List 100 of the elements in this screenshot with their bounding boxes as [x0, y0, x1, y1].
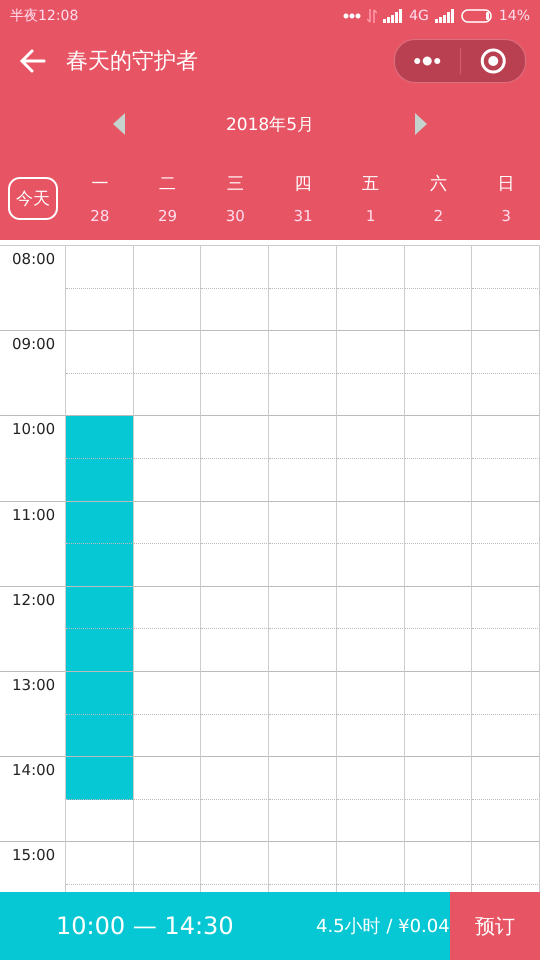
- time-slot[interactable]: [66, 629, 134, 672]
- time-slot[interactable]: [134, 331, 202, 374]
- time-slot[interactable]: [66, 800, 134, 842]
- time-slot[interactable]: [404, 416, 472, 459]
- time-slot[interactable]: [66, 714, 134, 758]
- time-slot[interactable]: [404, 246, 472, 289]
- time-slot[interactable]: [472, 416, 540, 459]
- time-slot[interactable]: [472, 458, 540, 502]
- time-slot[interactable]: [201, 757, 270, 800]
- time-slot[interactable]: [269, 714, 337, 758]
- time-slot[interactable]: [269, 586, 337, 630]
- time-slot[interactable]: [472, 331, 540, 374]
- time-slot[interactable]: [201, 714, 270, 758]
- time-slot[interactable]: [472, 288, 540, 332]
- time-slot[interactable]: [269, 288, 337, 332]
- time-slot[interactable]: [404, 458, 472, 502]
- time-slot[interactable]: [269, 629, 337, 672]
- time-slot[interactable]: [404, 586, 472, 630]
- time-slot[interactable]: [472, 544, 540, 587]
- time-slot[interactable]: [134, 502, 202, 544]
- time-slot[interactable]: [66, 672, 134, 715]
- time-slot[interactable]: [201, 800, 270, 842]
- time-slot[interactable]: [201, 331, 270, 374]
- time-slot[interactable]: [134, 586, 202, 630]
- time-slot[interactable]: [134, 288, 202, 332]
- time-slot[interactable]: [134, 800, 202, 842]
- time-slot[interactable]: [66, 757, 134, 800]
- time-slot[interactable]: [269, 672, 337, 715]
- time-slot[interactable]: [336, 416, 405, 459]
- time-slot[interactable]: [134, 374, 202, 416]
- time-slot[interactable]: [66, 586, 134, 630]
- time-slot[interactable]: [134, 458, 202, 502]
- time-slot[interactable]: [404, 544, 472, 587]
- next-month-icon[interactable]: [415, 113, 427, 135]
- time-slot[interactable]: [201, 458, 270, 502]
- time-slot[interactable]: [134, 544, 202, 587]
- time-slot[interactable]: [404, 502, 472, 544]
- time-slot[interactable]: [134, 629, 202, 672]
- time-slot[interactable]: [201, 374, 270, 416]
- time-slot[interactable]: [269, 416, 337, 459]
- time-slot[interactable]: [404, 842, 472, 885]
- time-slot[interactable]: [472, 246, 540, 289]
- time-slot[interactable]: [66, 842, 134, 885]
- today-button[interactable]: 今天: [8, 176, 58, 220]
- time-slot[interactable]: [336, 331, 405, 374]
- time-slot[interactable]: [472, 757, 540, 800]
- time-slot[interactable]: [472, 800, 540, 842]
- time-slot[interactable]: [201, 288, 270, 332]
- time-slot[interactable]: [66, 288, 134, 332]
- time-slot[interactable]: [269, 544, 337, 587]
- time-slot[interactable]: [472, 629, 540, 672]
- time-slot[interactable]: [336, 458, 405, 502]
- time-slot[interactable]: [269, 842, 337, 885]
- time-slot[interactable]: [201, 502, 270, 544]
- time-slot[interactable]: [269, 331, 337, 374]
- time-slot[interactable]: [134, 416, 202, 459]
- time-slot[interactable]: [336, 544, 405, 587]
- time-slot[interactable]: [404, 288, 472, 332]
- time-slot[interactable]: [269, 458, 337, 502]
- time-slot[interactable]: [336, 800, 405, 842]
- back-arrow-icon[interactable]: [20, 48, 46, 74]
- time-slot[interactable]: [336, 374, 405, 416]
- time-slot[interactable]: [336, 672, 405, 715]
- time-slot[interactable]: [472, 374, 540, 416]
- time-slot[interactable]: [66, 502, 134, 544]
- time-slot[interactable]: [269, 757, 337, 800]
- time-slot[interactable]: [336, 842, 405, 885]
- time-slot[interactable]: [66, 331, 134, 374]
- time-slot[interactable]: [472, 672, 540, 715]
- time-slot[interactable]: [472, 502, 540, 544]
- time-slot[interactable]: [404, 629, 472, 672]
- time-slot[interactable]: [66, 416, 134, 459]
- time-slot[interactable]: [134, 672, 202, 715]
- time-slot[interactable]: [404, 714, 472, 758]
- time-slot[interactable]: [269, 246, 337, 289]
- time-slot[interactable]: [201, 629, 270, 672]
- time-slot[interactable]: [134, 714, 202, 758]
- time-slot[interactable]: [404, 757, 472, 800]
- time-slot[interactable]: [201, 246, 270, 289]
- time-slot[interactable]: [336, 288, 405, 332]
- prev-month-icon[interactable]: [113, 113, 125, 135]
- time-slot[interactable]: [404, 374, 472, 416]
- time-slot[interactable]: [134, 246, 202, 289]
- time-slot[interactable]: [404, 672, 472, 715]
- time-slot[interactable]: [201, 842, 270, 885]
- time-slot[interactable]: [66, 246, 134, 289]
- time-slot[interactable]: [134, 757, 202, 800]
- time-slot[interactable]: [472, 714, 540, 758]
- book-button[interactable]: 预订: [450, 892, 540, 960]
- time-slot[interactable]: [472, 586, 540, 630]
- time-slot[interactable]: [269, 800, 337, 842]
- time-slot[interactable]: [336, 502, 405, 544]
- time-slot[interactable]: [336, 586, 405, 630]
- time-slot[interactable]: [201, 672, 270, 715]
- time-slot[interactable]: [404, 800, 472, 842]
- time-slot[interactable]: [201, 544, 270, 587]
- time-slot[interactable]: [336, 629, 405, 672]
- time-slot[interactable]: [404, 331, 472, 374]
- time-slot[interactable]: [201, 416, 270, 459]
- time-slot[interactable]: [472, 842, 540, 885]
